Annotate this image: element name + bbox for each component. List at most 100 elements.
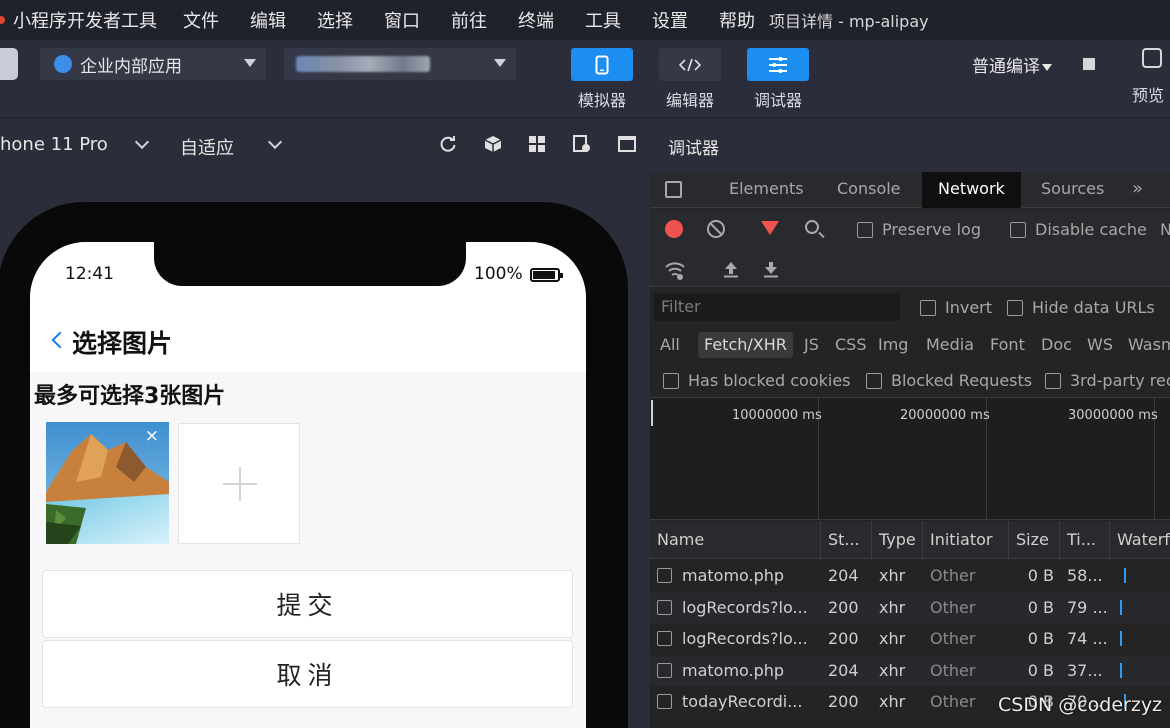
menu-go[interactable]: 前往 bbox=[451, 7, 487, 33]
simulator-label: 模拟器 bbox=[577, 91, 626, 110]
row-checkbox[interactable] bbox=[657, 662, 672, 678]
type-media[interactable]: Media bbox=[920, 332, 980, 358]
clear-icon[interactable] bbox=[707, 220, 725, 238]
chevron-down-icon[interactable] bbox=[134, 134, 150, 150]
device-select[interactable]: hone 11 Pro bbox=[0, 134, 108, 155]
cell-status: 200 bbox=[828, 629, 859, 648]
timeline-cursor[interactable] bbox=[651, 400, 653, 426]
cell-initiator: Other bbox=[930, 629, 976, 648]
record-icon[interactable] bbox=[665, 220, 683, 238]
filter-icon[interactable] bbox=[761, 221, 779, 235]
cell-type: xhr bbox=[879, 629, 906, 648]
checkbox-box bbox=[1010, 222, 1026, 238]
row-checkbox[interactable] bbox=[657, 694, 672, 709]
inspect-element-icon[interactable] bbox=[665, 181, 682, 198]
menu-tools[interactable]: 工具 bbox=[585, 7, 621, 33]
row-checkbox[interactable] bbox=[657, 568, 672, 583]
add-image-button[interactable] bbox=[178, 423, 300, 544]
table-row[interactable]: matomo.php 204 xhr Other 0 B 58... bbox=[650, 560, 1170, 591]
invert-checkbox[interactable]: Invert bbox=[920, 298, 992, 317]
network-overview-timeline[interactable]: 10000000 ms 20000000 ms 30000000 ms bbox=[650, 398, 1170, 520]
editor-toggle[interactable]: 编辑器 bbox=[659, 48, 721, 111]
table-row[interactable]: logRecords?lo... 200 xhr Other 0 B 74 ... bbox=[650, 623, 1170, 654]
filter-input[interactable]: Filter bbox=[654, 293, 900, 321]
third-party-label: 3rd-party rec bbox=[1070, 371, 1170, 390]
remove-image-icon[interactable]: × bbox=[145, 428, 159, 445]
menu-help[interactable]: 帮助 bbox=[719, 7, 755, 33]
submit-button[interactable]: 提交 bbox=[42, 570, 573, 638]
cell-name: matomo.php bbox=[650, 655, 821, 686]
has-blocked-cookies-checkbox[interactable]: Has blocked cookies bbox=[663, 371, 851, 390]
toolbar: 企业内部应用 模拟器 编辑器 调试器 普通编译 预览 bbox=[0, 40, 1170, 117]
cancel-button[interactable]: 取消 bbox=[42, 640, 573, 708]
network-conditions-icon[interactable] bbox=[664, 259, 686, 281]
menu-terminal[interactable]: 终端 bbox=[518, 7, 554, 33]
more-tabs-icon[interactable]: » bbox=[1132, 178, 1143, 199]
zoom-select[interactable]: 自适应 bbox=[180, 134, 234, 160]
column-name[interactable]: Name bbox=[650, 521, 821, 559]
column-status[interactable]: St... bbox=[821, 521, 872, 559]
cube-icon[interactable] bbox=[484, 135, 502, 153]
tab-console[interactable]: Console bbox=[821, 172, 917, 208]
refresh-icon[interactable] bbox=[439, 135, 457, 153]
stop-icon[interactable] bbox=[1083, 58, 1095, 70]
menu-edit[interactable]: 编辑 bbox=[250, 7, 286, 33]
window-icon[interactable] bbox=[618, 135, 636, 153]
avatar[interactable] bbox=[0, 48, 18, 80]
export-har-icon[interactable] bbox=[762, 260, 780, 278]
row-checkbox[interactable] bbox=[657, 599, 672, 615]
column-waterfall[interactable]: Waterf bbox=[1110, 521, 1170, 559]
throttling-select-truncated[interactable]: N bbox=[1160, 220, 1170, 239]
table-header: Name St... Type Initiator Size Ti... Wat… bbox=[650, 521, 1170, 559]
column-initiator[interactable]: Initiator bbox=[923, 521, 1009, 559]
menu-file[interactable]: 文件 bbox=[183, 7, 219, 33]
tab-elements[interactable]: Elements bbox=[713, 172, 820, 208]
filter-row: Filter Invert Hide data URLs bbox=[650, 288, 1170, 326]
menu-settings[interactable]: 设置 bbox=[652, 7, 688, 33]
menu-select[interactable]: 选择 bbox=[317, 7, 353, 33]
tab-sources[interactable]: Sources bbox=[1025, 172, 1120, 208]
preserve-log-checkbox[interactable]: Preserve log bbox=[857, 220, 981, 239]
cell-status: 200 bbox=[828, 692, 859, 711]
preview-button[interactable]: 预览 bbox=[1132, 48, 1170, 106]
hide-data-urls-checkbox[interactable]: Hide data URLs bbox=[1007, 298, 1155, 317]
type-css[interactable]: CSS bbox=[829, 332, 872, 358]
type-js[interactable]: JS bbox=[798, 332, 825, 358]
app-type-select[interactable]: 企业内部应用 bbox=[40, 48, 266, 80]
import-har-icon[interactable] bbox=[722, 260, 740, 278]
grid-icon[interactable] bbox=[528, 135, 546, 153]
compile-mode-select[interactable]: 普通编译 bbox=[972, 52, 1052, 77]
menu-window[interactable]: 窗口 bbox=[384, 7, 420, 33]
column-type[interactable]: Type bbox=[872, 521, 923, 559]
blocked-filter-row: Has blocked cookies Blocked Requests 3rd… bbox=[650, 362, 1170, 398]
type-doc[interactable]: Doc bbox=[1035, 332, 1078, 358]
type-all[interactable]: All bbox=[654, 332, 686, 358]
table-row[interactable]: logRecords?lo... 200 xhr Other 0 B 79 ... bbox=[650, 591, 1170, 623]
phone-icon bbox=[571, 48, 633, 81]
row-checkbox[interactable] bbox=[657, 631, 672, 646]
disable-cache-checkbox[interactable]: Disable cache bbox=[1010, 220, 1147, 239]
type-wasm[interactable]: Wasm bbox=[1122, 332, 1170, 358]
type-font[interactable]: Font bbox=[984, 332, 1031, 358]
chevron-down-icon[interactable] bbox=[267, 134, 283, 150]
third-party-checkbox[interactable]: 3rd-party rec bbox=[1045, 371, 1170, 390]
cell-type: xhr bbox=[879, 566, 906, 585]
column-size[interactable]: Size bbox=[1009, 521, 1060, 559]
column-time[interactable]: Ti... bbox=[1060, 521, 1110, 559]
type-img[interactable]: Img bbox=[872, 332, 914, 358]
blocked-requests-checkbox[interactable]: Blocked Requests bbox=[866, 371, 1032, 390]
tab-network[interactable]: Network bbox=[922, 172, 1021, 208]
selected-image-thumbnail[interactable]: × bbox=[46, 422, 169, 544]
back-arrow-icon[interactable] bbox=[51, 331, 69, 349]
account-select[interactable] bbox=[284, 48, 516, 80]
table-row[interactable]: matomo.php 204 xhr Other 0 B 37... bbox=[650, 654, 1170, 686]
timeline-tick: 20000000 ms bbox=[900, 408, 990, 423]
type-fetch-xhr[interactable]: Fetch/XHR bbox=[698, 332, 793, 358]
screenshot-icon[interactable] bbox=[573, 135, 591, 153]
simulator-toggle[interactable]: 模拟器 bbox=[571, 48, 633, 111]
simulator-bar: hone 11 Pro 自适应 调试器 bbox=[0, 117, 1170, 172]
cell-name: todayRecordi... bbox=[650, 686, 821, 717]
debugger-toggle[interactable]: 调试器 bbox=[747, 48, 809, 111]
type-ws[interactable]: WS bbox=[1081, 332, 1119, 358]
search-icon[interactable] bbox=[805, 220, 819, 234]
